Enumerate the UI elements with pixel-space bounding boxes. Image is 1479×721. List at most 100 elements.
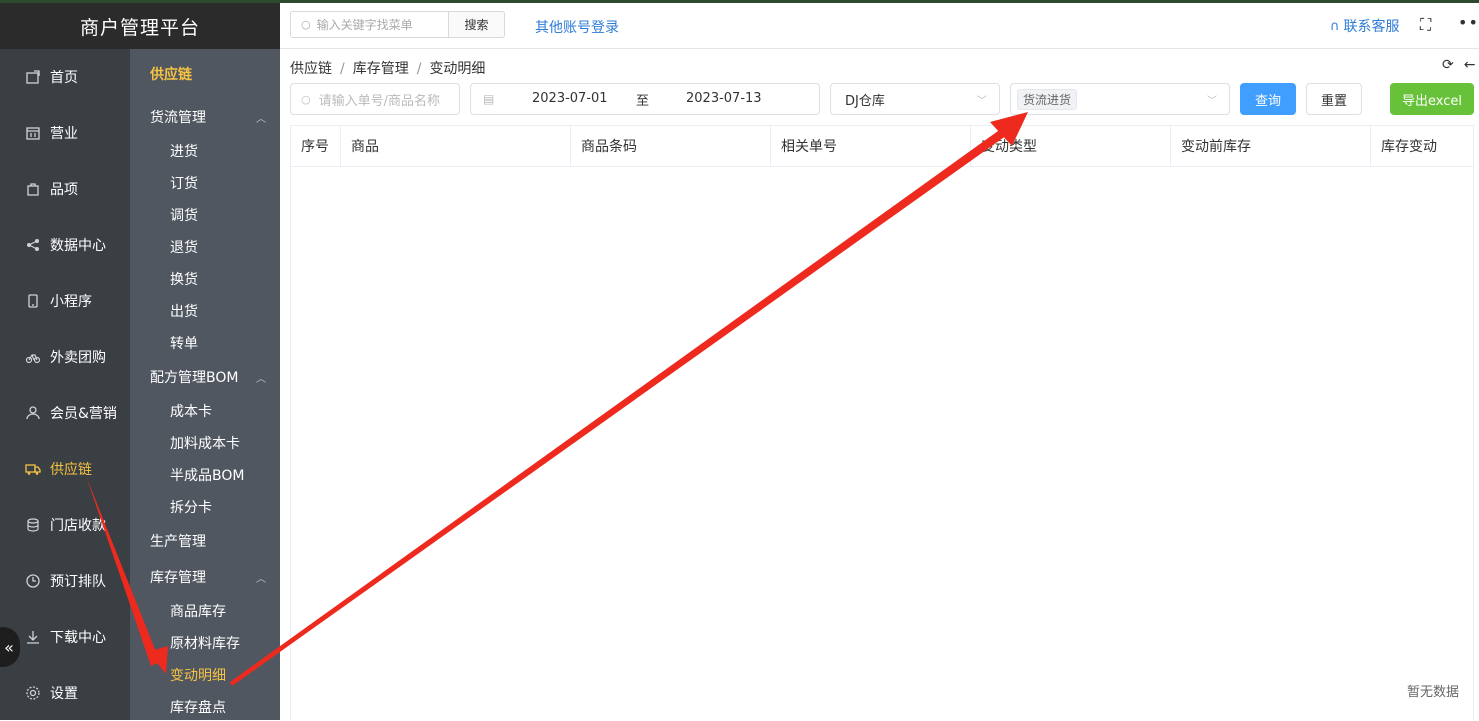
brand-title: 商户管理平台 <box>0 3 280 49</box>
order-search-input[interactable]: ○ 请输入单号/商品名称 <box>290 83 460 115</box>
submenu-goods-flow[interactable]: 货流管理 ︿ <box>130 99 280 135</box>
submenu-label: 生产管理 <box>150 534 206 550</box>
home-icon <box>24 68 42 86</box>
sidebar-item-change-detail[interactable]: 变动明细 <box>130 659 280 691</box>
breadcrumb-item[interactable]: 供应链 <box>290 61 332 77</box>
nav-item-supply-chain[interactable]: 供应链 <box>0 441 130 497</box>
menu-search-placeholder: 输入关键字找菜单 <box>316 18 413 32</box>
chevron-down-icon: ﹀ <box>977 96 987 107</box>
date-end[interactable]: 2023-07-13 <box>686 91 762 106</box>
calendar-icon <box>24 124 42 142</box>
nav-item-label: 会员&营销 <box>50 406 117 422</box>
sidebar-item-split-card[interactable]: 拆分卡 <box>130 491 280 523</box>
date-range-picker[interactable]: ▤ 2023-07-01 至 2023-07-13 <box>470 83 820 115</box>
chevron-up-icon: ︿ <box>256 373 266 385</box>
reset-button[interactable]: 重置 <box>1306 83 1362 115</box>
table-header: 序号 商品 商品条码 相关单号 变动类型 变动前库存 库存变动 <box>291 126 1473 167</box>
sidebar-item-outbound[interactable]: 出货 <box>130 295 280 327</box>
submenu-inventory[interactable]: 库存管理 ︿ <box>130 559 280 595</box>
nav-item-products[interactable]: 品项 <box>0 161 130 217</box>
truck-icon <box>24 460 42 478</box>
bag-icon <box>24 180 42 198</box>
column-header-stock-before[interactable]: 变动前库存 <box>1171 126 1371 166</box>
column-header-related-order[interactable]: 相关单号 <box>771 126 971 166</box>
nav-item-business[interactable]: 营业 <box>0 105 130 161</box>
search-icon: ○ <box>301 92 311 106</box>
page-tools: ⟳ ← <box>1432 57 1475 73</box>
sidebar-item-exchange[interactable]: 换货 <box>130 263 280 295</box>
headphone-icon: ∩ <box>1330 18 1340 34</box>
nav-item-label: 外卖团购 <box>50 350 106 366</box>
bike-icon <box>24 348 42 366</box>
sidebar-item-return[interactable]: 退货 <box>130 231 280 263</box>
nav-item-download-center[interactable]: 下载中心 <box>0 609 130 665</box>
chevron-up-icon: ︿ <box>256 113 266 125</box>
submenu-recipe-bom[interactable]: 配方管理BOM ︿ <box>130 359 280 395</box>
column-header-product[interactable]: 商品 <box>341 126 571 166</box>
nav-item-label: 预订排队 <box>50 574 106 590</box>
breadcrumb-item[interactable]: 库存管理 <box>353 61 409 77</box>
nav-item-label: 首页 <box>50 70 78 86</box>
menu-search-button[interactable]: 搜索 <box>448 11 505 38</box>
column-header-barcode[interactable]: 商品条码 <box>571 126 771 166</box>
warehouse-select[interactable]: DJ仓库 ﹀ <box>830 83 1000 115</box>
sidebar-item-order[interactable]: 订货 <box>130 167 280 199</box>
date-range-separator: 至 <box>636 94 650 109</box>
column-header-change-type[interactable]: 变动类型 <box>971 126 1171 166</box>
refresh-icon[interactable]: ⟳ <box>1442 57 1454 73</box>
nav-item-data-center[interactable]: 数据中心 <box>0 217 130 273</box>
submenu-label: 配方管理BOM <box>150 370 239 386</box>
fullscreen-icon[interactable]: ⛶ <box>1420 15 1431 35</box>
date-start[interactable]: 2023-07-01 <box>532 91 608 106</box>
breadcrumb-current: 变动明细 <box>429 61 486 77</box>
clock-icon <box>24 572 42 590</box>
sidebar-item-convert[interactable]: 转单 <box>130 327 280 359</box>
nav-item-label: 营业 <box>50 126 78 142</box>
sidebar-item-cost-card[interactable]: 成本卡 <box>130 395 280 427</box>
change-type-tag[interactable]: 货流进货 <box>1017 88 1078 110</box>
sidebar-item-addon-cost-card[interactable]: 加料成本卡 <box>130 427 280 459</box>
nav-item-members[interactable]: 会员&营销 <box>0 385 130 441</box>
nav-item-home[interactable]: 首页 <box>0 49 130 105</box>
breadcrumb-separator: / <box>340 61 345 77</box>
chevron-up-icon: ︿ <box>256 573 266 585</box>
nav-item-mini-program[interactable]: 小程序 <box>0 273 130 329</box>
nav-item-store-payment[interactable]: 门店收款 <box>0 497 130 553</box>
nav-item-reservation[interactable]: 预订排队 <box>0 553 130 609</box>
sidebar-item-semi-bom[interactable]: 半成品BOM <box>130 459 280 491</box>
nav-item-settings[interactable]: 设置 <box>0 665 130 721</box>
nav-item-label: 设置 <box>50 686 78 702</box>
breadcrumb: 供应链 / 库存管理 / 变动明细 <box>290 58 485 78</box>
share-icon <box>24 236 42 254</box>
order-search-placeholder: 请输入单号/商品名称 <box>318 93 440 109</box>
nav-item-label: 小程序 <box>50 294 92 310</box>
calendar-icon: ▤ <box>483 92 495 106</box>
empty-state-text: 暂无数据 <box>1406 685 1459 700</box>
nav-item-label: 数据中心 <box>50 238 106 254</box>
query-button[interactable]: 查询 <box>1240 83 1296 115</box>
gear-icon <box>24 684 42 702</box>
column-header-stock-change[interactable]: 库存变动 <box>1371 126 1473 166</box>
download-icon <box>24 628 42 646</box>
chevron-down-icon: ﹀ <box>1207 96 1217 107</box>
submenu-label: 库存管理 <box>150 570 206 586</box>
nav-item-label: 品项 <box>50 182 78 198</box>
contact-service-link[interactable]: ∩ 联系客服 <box>1330 16 1400 36</box>
column-header-index[interactable]: 序号 <box>291 126 341 166</box>
change-type-select[interactable]: 货流进货 ﹀ <box>1010 83 1230 115</box>
sidebar-item-stocktake[interactable]: 库存盘点 <box>130 691 280 720</box>
more-icon[interactable]: ••• <box>1458 13 1479 32</box>
sidebar-item-material-stock[interactable]: 原材料库存 <box>130 627 280 659</box>
back-arrow-icon[interactable]: ← <box>1464 57 1476 73</box>
submenu-production[interactable]: 生产管理 <box>130 523 280 559</box>
nav-item-label: 下载中心 <box>50 630 106 646</box>
sidebar-item-goods-stock[interactable]: 商品库存 <box>130 595 280 627</box>
menu-search-input[interactable]: ○ 输入关键字找菜单 <box>290 11 448 38</box>
other-account-login-link[interactable]: 其他账号登录 <box>535 17 619 37</box>
export-excel-button[interactable]: 导出excel <box>1390 83 1474 115</box>
sidebar-item-purchase[interactable]: 进货 <box>130 135 280 167</box>
nav-item-delivery[interactable]: 外卖团购 <box>0 329 130 385</box>
sidebar-item-transfer[interactable]: 调货 <box>130 199 280 231</box>
change-detail-table: 序号 商品 商品条码 相关单号 变动类型 变动前库存 库存变动 暂无数据 <box>290 125 1474 720</box>
user-icon <box>24 404 42 422</box>
